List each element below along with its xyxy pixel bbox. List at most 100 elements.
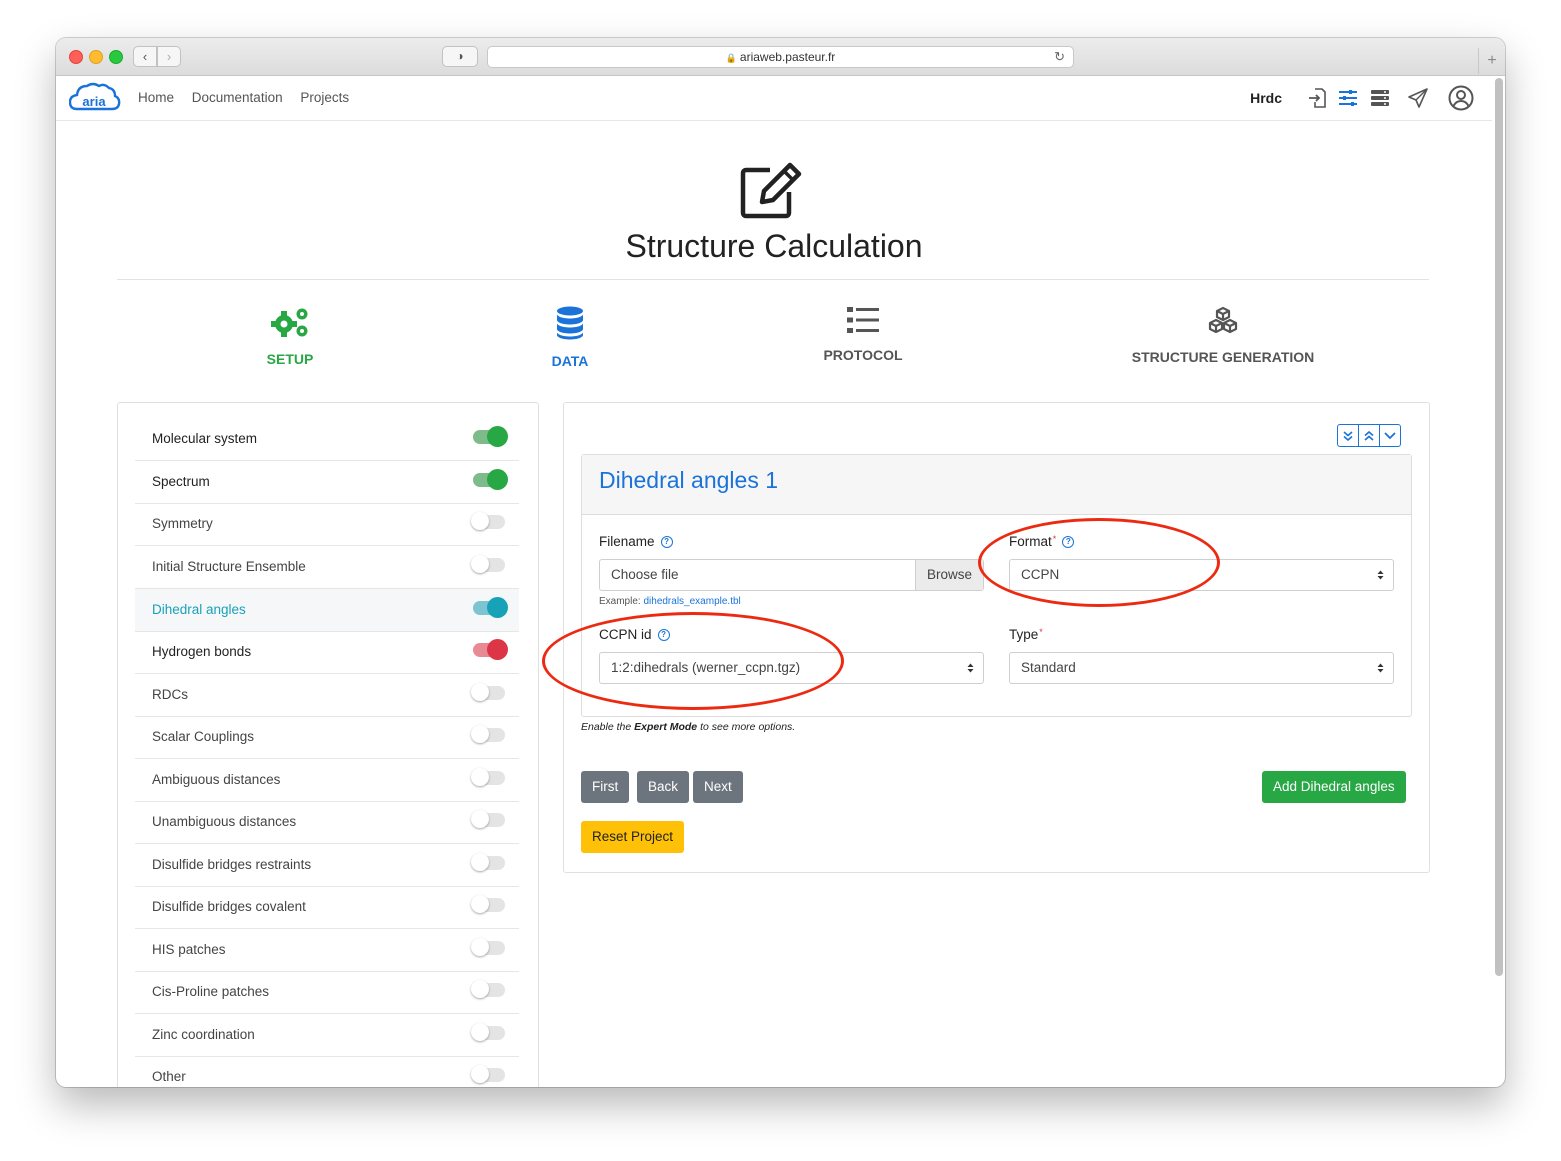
logo-text: aria: [82, 94, 106, 109]
toggle-switch[interactable]: [471, 768, 505, 786]
expand-all-button[interactable]: [1337, 424, 1359, 447]
type-label-text: Type: [1009, 627, 1039, 642]
url-text: ariaweb.pasteur.fr: [739, 50, 836, 64]
database-icon: [557, 306, 583, 340]
toggle-switch[interactable]: [471, 512, 505, 530]
page-scrollbar[interactable]: [1495, 78, 1503, 976]
step-protocol[interactable]: PROTOCOL: [803, 306, 923, 363]
help-icon[interactable]: ?: [660, 536, 673, 549]
toggle-switch[interactable]: [473, 597, 508, 618]
browse-button[interactable]: Browse: [914, 560, 983, 590]
nav-link-documentation[interactable]: Documentation: [192, 90, 283, 105]
sidebar-item-ambiguous-distances[interactable]: Ambiguous distances: [135, 759, 519, 802]
required-asterisk: *: [1039, 627, 1043, 637]
toggle-switch[interactable]: [473, 426, 508, 447]
sidebar-item-label: Spectrum: [152, 474, 210, 489]
nav-link-projects[interactable]: Projects: [300, 90, 349, 105]
type-select-value: Standard: [1021, 660, 1076, 675]
toggle-switch[interactable]: [471, 895, 505, 913]
sidebar-item-his-patches[interactable]: HIS patches: [135, 929, 519, 972]
sidebar-item-hydrogen-bonds[interactable]: Hydrogen bonds: [135, 631, 519, 674]
nav-link-home[interactable]: Home: [138, 90, 174, 105]
sidebar-item-label: Disulfide bridges covalent: [152, 899, 306, 914]
import-icon[interactable]: [1308, 88, 1326, 108]
forward-button[interactable]: ›: [157, 46, 181, 67]
title-bar: ‹ › ◑ 🔒 ariaweb.pasteur.fr ↻ +: [56, 38, 1505, 76]
example-prefix: Example:: [599, 596, 641, 607]
add-dihedral-angles-button[interactable]: Add Dihedral angles: [1262, 771, 1406, 803]
sliders-icon[interactable]: [1338, 89, 1358, 107]
card-title: Dihedral angles 1: [599, 467, 779, 493]
sidebar-item-label: Dihedral angles: [152, 602, 246, 617]
sidebar-item-spectrum[interactable]: Spectrum: [135, 461, 519, 504]
top-navbar: aria Home Documentation Projects Hrdc: [56, 76, 1492, 121]
toggle-switch[interactable]: [471, 810, 505, 828]
chevron-down-icon: [1384, 431, 1396, 439]
toggle-switch[interactable]: [471, 853, 505, 871]
example-file-link[interactable]: dihedrals_example.tbl: [643, 596, 740, 607]
server-icon[interactable]: [1370, 89, 1390, 107]
step-label-data: DATA: [551, 353, 589, 369]
sidebar-item-molecular-system[interactable]: Molecular system: [135, 418, 519, 461]
toggle-switch[interactable]: [473, 639, 508, 660]
collapse-all-button[interactable]: [1358, 424, 1380, 447]
toggle-switch[interactable]: [471, 980, 505, 998]
toggle-section-button[interactable]: [1379, 424, 1401, 447]
toggle-switch[interactable]: [471, 555, 505, 573]
step-structure-generation[interactable]: STRUCTURE GENERATION: [1118, 306, 1328, 365]
sidebar-item-label: RDCs: [152, 687, 188, 702]
toggle-switch[interactable]: [471, 725, 505, 743]
browser-window: ‹ › ◑ 🔒 ariaweb.pasteur.fr ↻ + aria Home …: [56, 38, 1505, 1087]
next-button[interactable]: Next: [693, 771, 743, 803]
step-data[interactable]: DATA: [520, 306, 620, 369]
lock-icon: 🔒: [725, 53, 737, 63]
type-label: Type*: [1009, 627, 1043, 642]
header-divider: [117, 279, 1429, 280]
page-title: Structure Calculation: [625, 228, 923, 264]
double-chevron-up-icon: [1364, 430, 1374, 441]
sidebar-item-label: HIS patches: [152, 942, 226, 957]
toggle-switch[interactable]: [471, 1023, 505, 1041]
sidebar-item-cis-proline-patches[interactable]: Cis-Proline patches: [135, 971, 519, 1014]
step-setup[interactable]: SETUP: [240, 306, 340, 367]
toggle-switch[interactable]: [471, 1065, 505, 1083]
first-button[interactable]: First: [581, 771, 630, 803]
sidebar-item-unambiguous-distances[interactable]: Unambiguous distances: [135, 801, 519, 844]
toggle-switch[interactable]: [471, 938, 505, 956]
user-account-icon[interactable]: [1448, 85, 1474, 111]
back-button[interactable]: ‹: [133, 46, 157, 67]
sidebar-item-rdcs[interactable]: RDCs: [135, 674, 519, 717]
minimize-window-button[interactable]: [89, 50, 103, 64]
sidebar-item-initial-structure-ensemble[interactable]: Initial Structure Ensemble: [135, 546, 519, 589]
sidebar-item-symmetry[interactable]: Symmetry: [135, 503, 519, 546]
address-bar[interactable]: 🔒 ariaweb.pasteur.fr ↻: [487, 46, 1074, 68]
new-tab-button[interactable]: +: [1478, 48, 1505, 74]
sidebar-item-label: Unambiguous distances: [152, 814, 297, 829]
data-type-sidebar: Molecular system Spectrum Symmetry Initi…: [117, 402, 539, 1087]
toggle-switch[interactable]: [473, 469, 508, 490]
paper-plane-icon[interactable]: [1408, 88, 1428, 108]
chevron-left-icon: ‹: [142, 49, 148, 64]
close-window-button[interactable]: [69, 50, 83, 64]
sidebar-item-other[interactable]: Other: [135, 1056, 519, 1087]
sidebar-item-disulfide-bridges-covalent[interactable]: Disulfide bridges covalent: [135, 886, 519, 929]
aria-logo[interactable]: aria: [68, 81, 121, 120]
privacy-shield-icon[interactable]: ◑: [442, 46, 478, 67]
reset-project-button[interactable]: Reset Project: [581, 821, 685, 853]
expert-suffix: to see more options.: [700, 721, 796, 733]
toggle-switch[interactable]: [471, 683, 505, 701]
file-input-placeholder: Choose file: [611, 567, 679, 582]
file-input[interactable]: Choose file Browse: [599, 559, 984, 591]
sidebar-item-zinc-coordination[interactable]: Zinc coordination: [135, 1014, 519, 1057]
zoom-window-button[interactable]: [109, 50, 123, 64]
right-nav: Hrdc: [1250, 85, 1474, 111]
card-header[interactable]: Dihedral angles 1: [582, 455, 1411, 515]
type-select[interactable]: Standard: [1009, 652, 1394, 684]
sidebar-item-label: Zinc coordination: [152, 1027, 255, 1042]
sidebar-item-scalar-couplings[interactable]: Scalar Couplings: [135, 716, 519, 759]
expert-prefix: Enable the: [581, 721, 632, 733]
sidebar-item-disulfide-bridges-restraints[interactable]: Disulfide bridges restraints: [135, 844, 519, 887]
back-step-button[interactable]: Back: [637, 771, 690, 803]
reload-icon[interactable]: ↻: [1054, 47, 1065, 67]
sidebar-item-dihedral-angles[interactable]: Dihedral angles: [135, 589, 519, 632]
